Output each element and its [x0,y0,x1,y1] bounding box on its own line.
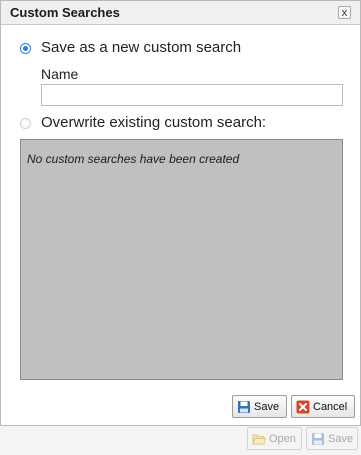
radio-overwrite-label[interactable]: Overwrite existing custom search: [41,114,266,131]
close-icon: x [341,7,348,19]
name-input[interactable] [41,84,343,106]
dialog-title: Custom Searches [10,5,120,20]
open-button[interactable]: Open [247,427,302,450]
close-button[interactable]: x [338,6,351,19]
custom-searches-dialog: Custom Searches x Save as a new custom s… [0,0,361,426]
footer-save-button[interactable]: Save [306,427,358,450]
custom-search-list[interactable]: No custom searches have been created [20,139,343,380]
cancel-button-label: Cancel [313,400,348,413]
footer-save-button-label: Save [328,432,354,445]
dialog-titlebar[interactable]: Custom Searches x [1,1,360,25]
radio-save-new[interactable] [20,43,31,54]
floppy-disk-icon [312,432,324,445]
radio-save-new-label[interactable]: Save as a new custom search [41,39,241,56]
name-label: Name [41,66,79,82]
cancel-button[interactable]: Cancel [291,395,355,418]
cancel-x-icon [296,400,310,413]
floppy-disk-icon [238,400,250,413]
open-button-label: Open [269,432,296,445]
save-button-label: Save [254,400,280,413]
radio-overwrite[interactable] [20,118,31,129]
folder-open-icon [252,434,266,444]
save-button[interactable]: Save [232,395,287,418]
empty-list-message: No custom searches have been created [27,152,240,166]
